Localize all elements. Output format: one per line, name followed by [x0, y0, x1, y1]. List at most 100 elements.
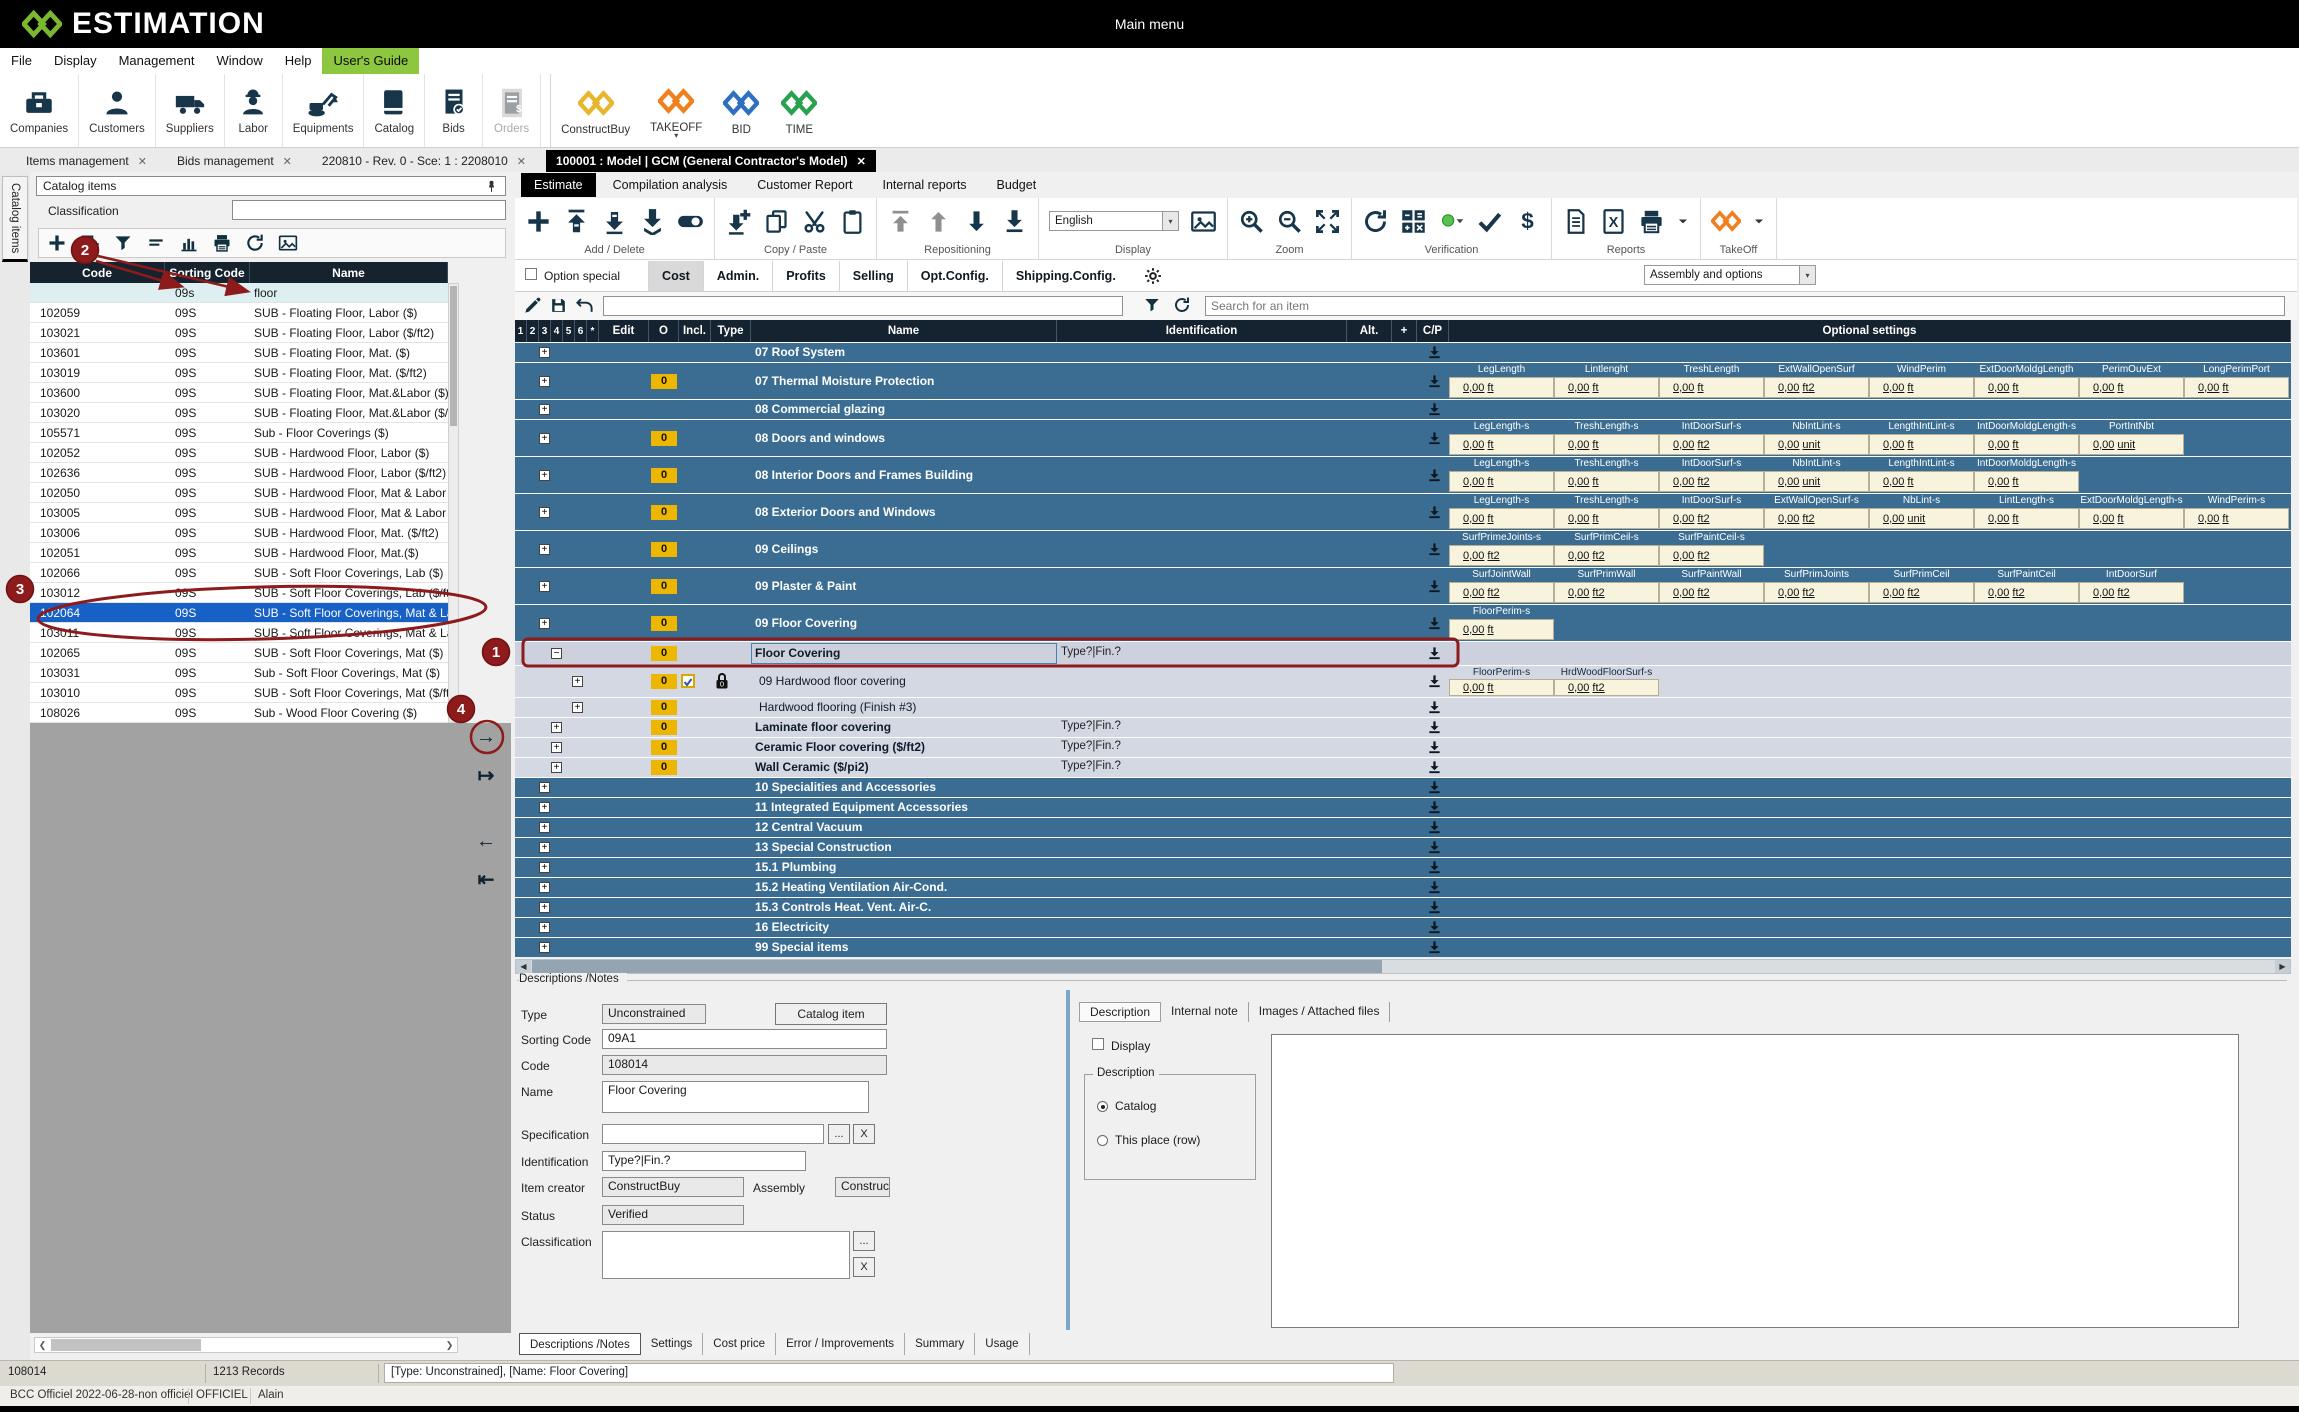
o-count-badge[interactable]: 0 — [651, 760, 677, 775]
optional-setting-value[interactable]: 0,00 ft2 — [1764, 582, 1869, 603]
save-icon[interactable] — [549, 296, 568, 315]
optional-setting-value[interactable]: 0,00 ft — [1974, 508, 2079, 529]
optional-setting-value[interactable]: 0,00 ft — [1449, 434, 1554, 455]
include-checkbox[interactable] — [681, 674, 695, 688]
refresh-icon[interactable] — [245, 233, 265, 253]
status-indicator-icon[interactable] — [1438, 208, 1465, 235]
optional-setting-value[interactable]: 0,00 ft2 — [1659, 582, 1764, 603]
filter-name-cell[interactable]: floor — [250, 286, 448, 300]
add-item-icon[interactable] — [80, 233, 100, 253]
move-top-icon[interactable] — [887, 208, 914, 235]
grid-category-row[interactable]: +007 Thermal Moisture ProtectionLegLengt… — [515, 362, 2291, 399]
report-document-icon[interactable] — [1562, 208, 1589, 235]
move-item-left-button[interactable]: ← — [468, 826, 504, 856]
cp-anchor-icon[interactable] — [1427, 431, 1443, 447]
optional-setting-value[interactable]: 0,00 ft — [1554, 471, 1659, 492]
optional-setting-value[interactable]: 0,00 unit — [1764, 434, 1869, 455]
o-count-badge[interactable]: 0 — [651, 431, 677, 446]
scroll-right-icon[interactable]: ❯ — [442, 1338, 457, 1352]
menu-item-management[interactable]: Management — [108, 48, 206, 74]
grid-index-column[interactable]: 6 — [575, 320, 587, 342]
tab-budget[interactable]: Budget — [984, 173, 1050, 197]
expand-icon[interactable]: + — [572, 702, 583, 713]
optional-setting-value[interactable]: 0,00 ft — [1659, 377, 1764, 398]
assembly-field[interactable]: ConstructBuy — [835, 1177, 890, 1197]
cp-anchor-icon[interactable] — [1427, 920, 1443, 936]
o-count-badge[interactable]: 0 — [651, 674, 677, 689]
tab-selling[interactable]: Selling — [839, 261, 907, 291]
catalog-column-header[interactable]: Code — [30, 262, 165, 283]
tab-summary[interactable]: Summary — [905, 1333, 975, 1355]
optional-setting-value[interactable]: 0,00 ft — [1449, 471, 1554, 492]
optional-setting-value[interactable]: 0,00 ft — [2079, 377, 2184, 398]
grid-index-column[interactable]: 1 — [515, 320, 527, 342]
move-all-right-button[interactable]: ↦ — [468, 760, 504, 790]
optional-setting-value[interactable]: 0,00 ft — [2184, 377, 2289, 398]
catalog-row[interactable]: 10263609SSUB - Hardwood Floor, Labor ($/… — [30, 463, 448, 483]
expand-icon[interactable]: + — [539, 618, 550, 629]
classification-detail-field[interactable] — [602, 1231, 850, 1279]
optional-setting-value[interactable]: 0,00 ft — [1554, 377, 1659, 398]
companies-button[interactable]: Companies — [0, 74, 79, 147]
grid-item-row[interactable]: +0Hardwood flooring (Finish #3) — [515, 697, 2291, 717]
cp-anchor-icon[interactable] — [1427, 820, 1443, 836]
grid-index-column[interactable]: 3 — [539, 320, 551, 342]
scroll-left-icon[interactable]: ◀ — [516, 960, 531, 973]
optional-setting-value[interactable]: 0,00 ft2 — [2079, 582, 2184, 603]
name-field[interactable]: Floor Covering — [602, 1081, 869, 1113]
o-count-badge[interactable]: 0 — [651, 740, 677, 755]
suppliers-button[interactable]: Suppliers — [156, 74, 225, 147]
edit-pencil-icon[interactable] — [523, 296, 542, 315]
optional-setting-value[interactable]: 0,00 ft — [1449, 377, 1554, 398]
catalog-row[interactable]: 10301109SSUB - Soft Floor Coverings, Mat… — [30, 623, 448, 643]
grid-category-row[interactable]: +99 Special items — [515, 937, 2291, 957]
optional-setting-value[interactable]: 0,00 ft — [1449, 508, 1554, 529]
close-icon[interactable]: ✕ — [138, 156, 147, 168]
grid-category-row[interactable]: +13 Special Construction — [515, 837, 2291, 857]
equipments-button[interactable]: Equipments — [283, 74, 365, 147]
toggle-icon[interactable] — [677, 208, 704, 235]
expand-icon[interactable]: + — [539, 376, 550, 387]
specification-clear-button[interactable]: X — [853, 1124, 875, 1144]
cut-icon[interactable] — [801, 208, 828, 235]
chevron-down-icon[interactable]: ▾ — [1162, 212, 1178, 230]
filter-icon[interactable] — [1143, 296, 1161, 314]
catalog-row[interactable]: 10205209SSUB - Hardwood Floor, Labor ($) — [30, 443, 448, 463]
takeoff-logo-icon[interactable] — [1711, 206, 1741, 236]
scroll-right-icon[interactable]: ▶ — [2275, 960, 2290, 973]
delete-all-icon[interactable] — [639, 208, 666, 235]
tab-descriptions-notes[interactable]: Descriptions /Notes — [519, 1333, 641, 1355]
sort-icon[interactable] — [146, 233, 166, 253]
expand-icon[interactable]: + — [551, 742, 562, 753]
catalog-row[interactable]: 10206609SSUB - Soft Floor Coverings, Lab… — [30, 563, 448, 583]
cp-anchor-icon[interactable] — [1427, 542, 1443, 558]
move-all-left-button[interactable]: ⇤ — [468, 864, 504, 894]
sorting-code-field[interactable]: 09A1 — [602, 1029, 887, 1049]
paste-insert-icon[interactable] — [725, 208, 752, 235]
optional-setting-value[interactable]: 0,00 ft2 — [1659, 471, 1764, 492]
catalog-row[interactable]: 10205009SSUB - Hardwood Floor, Mat & Lab… — [30, 483, 448, 503]
window-tab[interactable]: Items management✕ — [16, 150, 157, 172]
optional-setting-value[interactable]: 0,00 ft — [1869, 471, 1974, 492]
code-field[interactable]: 108014 — [602, 1055, 887, 1075]
radio-this-place[interactable]: This place (row) — [1097, 1133, 1200, 1147]
grid-category-row[interactable]: +12 Central Vacuum — [515, 817, 2291, 837]
catalog-column-header[interactable]: Name — [250, 262, 448, 283]
catalog-row[interactable]: 10300509SSUB - Hardwood Floor, Mat & Lab… — [30, 503, 448, 523]
scroll-thumb[interactable] — [532, 960, 1382, 973]
cp-anchor-icon[interactable] — [1427, 720, 1443, 736]
constructbuy-button[interactable]: ConstructBuy — [551, 74, 640, 147]
display-image-icon[interactable] — [1190, 208, 1217, 235]
item-creator-field[interactable]: ConstructBuy — [602, 1177, 744, 1197]
grid-index-column[interactable]: * — [587, 320, 599, 342]
window-tab[interactable]: 220810 - Rev. 0 - Sce: 1 : 2208010✕ — [312, 150, 536, 172]
optional-setting-value[interactable]: 0,00 unit — [2079, 434, 2184, 455]
search-input[interactable] — [1205, 296, 2285, 316]
chevron-down-icon[interactable]: ▾ — [1799, 266, 1815, 284]
tab-customer-report[interactable]: Customer Report — [744, 173, 865, 197]
expand-icon[interactable]: + — [539, 581, 550, 592]
tab-error-improvements[interactable]: Error / Improvements — [776, 1333, 905, 1355]
cp-anchor-icon[interactable] — [1427, 880, 1443, 896]
expand-icon[interactable]: + — [572, 676, 583, 687]
grid-item-row[interactable]: +0009 Hardwood floor coveringFloorPerim-… — [515, 665, 2291, 697]
